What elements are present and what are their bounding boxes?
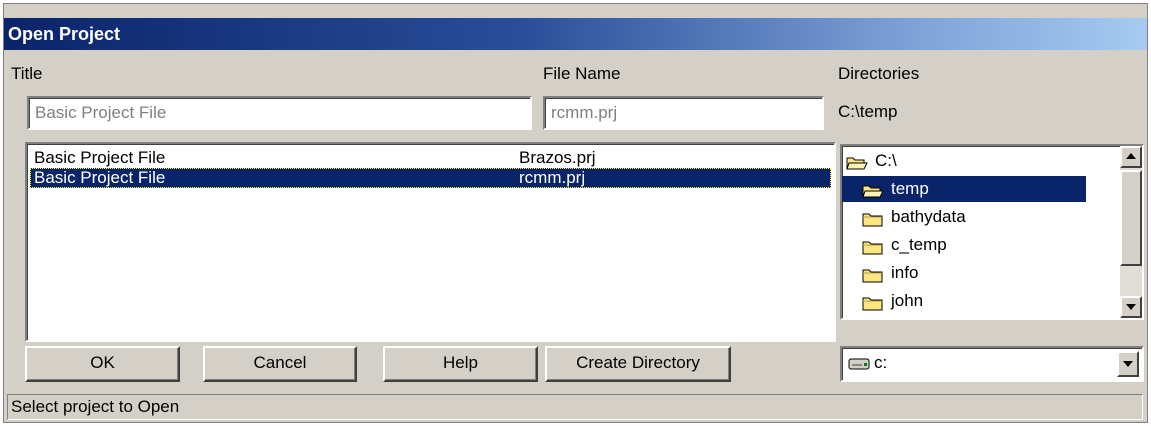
project-file-cell: Brazos.prj: [519, 148, 596, 167]
title-label: Title: [11, 64, 43, 83]
title-bar[interactable]: Open Project: [4, 18, 1147, 50]
create-directory-button[interactable]: Create Directory: [545, 346, 731, 382]
cancel-button[interactable]: Cancel: [203, 346, 357, 382]
project-title-cell: Basic Project File: [34, 148, 166, 167]
arrow-up-icon: [1126, 153, 1136, 159]
ok-button[interactable]: OK: [25, 346, 180, 382]
folder-icon: [862, 293, 884, 311]
scroll-thumb[interactable]: [1120, 170, 1142, 266]
folder-icon: [862, 209, 884, 227]
drive-value: c:: [874, 353, 888, 372]
current-directory-path: C:\temp: [838, 102, 898, 121]
directory-scrollbar[interactable]: [1120, 146, 1142, 318]
scroll-down-button[interactable]: [1120, 296, 1142, 318]
window-title: Open Project: [8, 24, 121, 44]
directory-name: bathydata: [891, 207, 966, 226]
title-input[interactable]: Basic Project File: [27, 96, 532, 130]
project-file-cell: rcmm.prj: [519, 168, 586, 187]
directory-name: john: [891, 291, 924, 310]
file-name-input[interactable]: rcmm.prj: [543, 96, 824, 130]
directory-list[interactable]: C:\ temp bathydata c_tempinfo john: [840, 144, 1144, 320]
directory-name: info: [891, 263, 919, 282]
project-row[interactable]: Basic Project File Brazos.prj: [30, 148, 831, 168]
drive-select[interactable]: c:: [840, 346, 1144, 382]
help-button[interactable]: Help: [383, 346, 538, 382]
status-bar: Select project to Open: [7, 394, 1143, 420]
directory-name: c_temp: [891, 235, 947, 254]
drive-icon: [848, 358, 870, 370]
drive-dropdown-button[interactable]: [1117, 351, 1139, 377]
file-name-label: File Name: [543, 64, 621, 83]
project-title-cell: Basic Project File: [34, 168, 166, 187]
scroll-up-button[interactable]: [1120, 146, 1142, 168]
open-folder-icon: [846, 153, 868, 170]
project-list[interactable]: Basic Project File Brazos.prj Basic Projec…: [25, 142, 836, 342]
folder-icon: [862, 237, 884, 255]
open-folder-icon: [862, 181, 884, 198]
open-project-dialog: Open Project Title File Name Directories…: [3, 3, 1148, 423]
arrow-down-icon: [1126, 304, 1136, 310]
directories-label: Directories: [838, 64, 920, 83]
directory-name: temp: [891, 179, 929, 198]
project-row[interactable]: Basic Project File rcmm.prj: [30, 168, 831, 188]
folder-icon: [862, 265, 884, 283]
directory-name: C:\: [875, 151, 897, 170]
chevron-down-icon: [1123, 361, 1133, 367]
